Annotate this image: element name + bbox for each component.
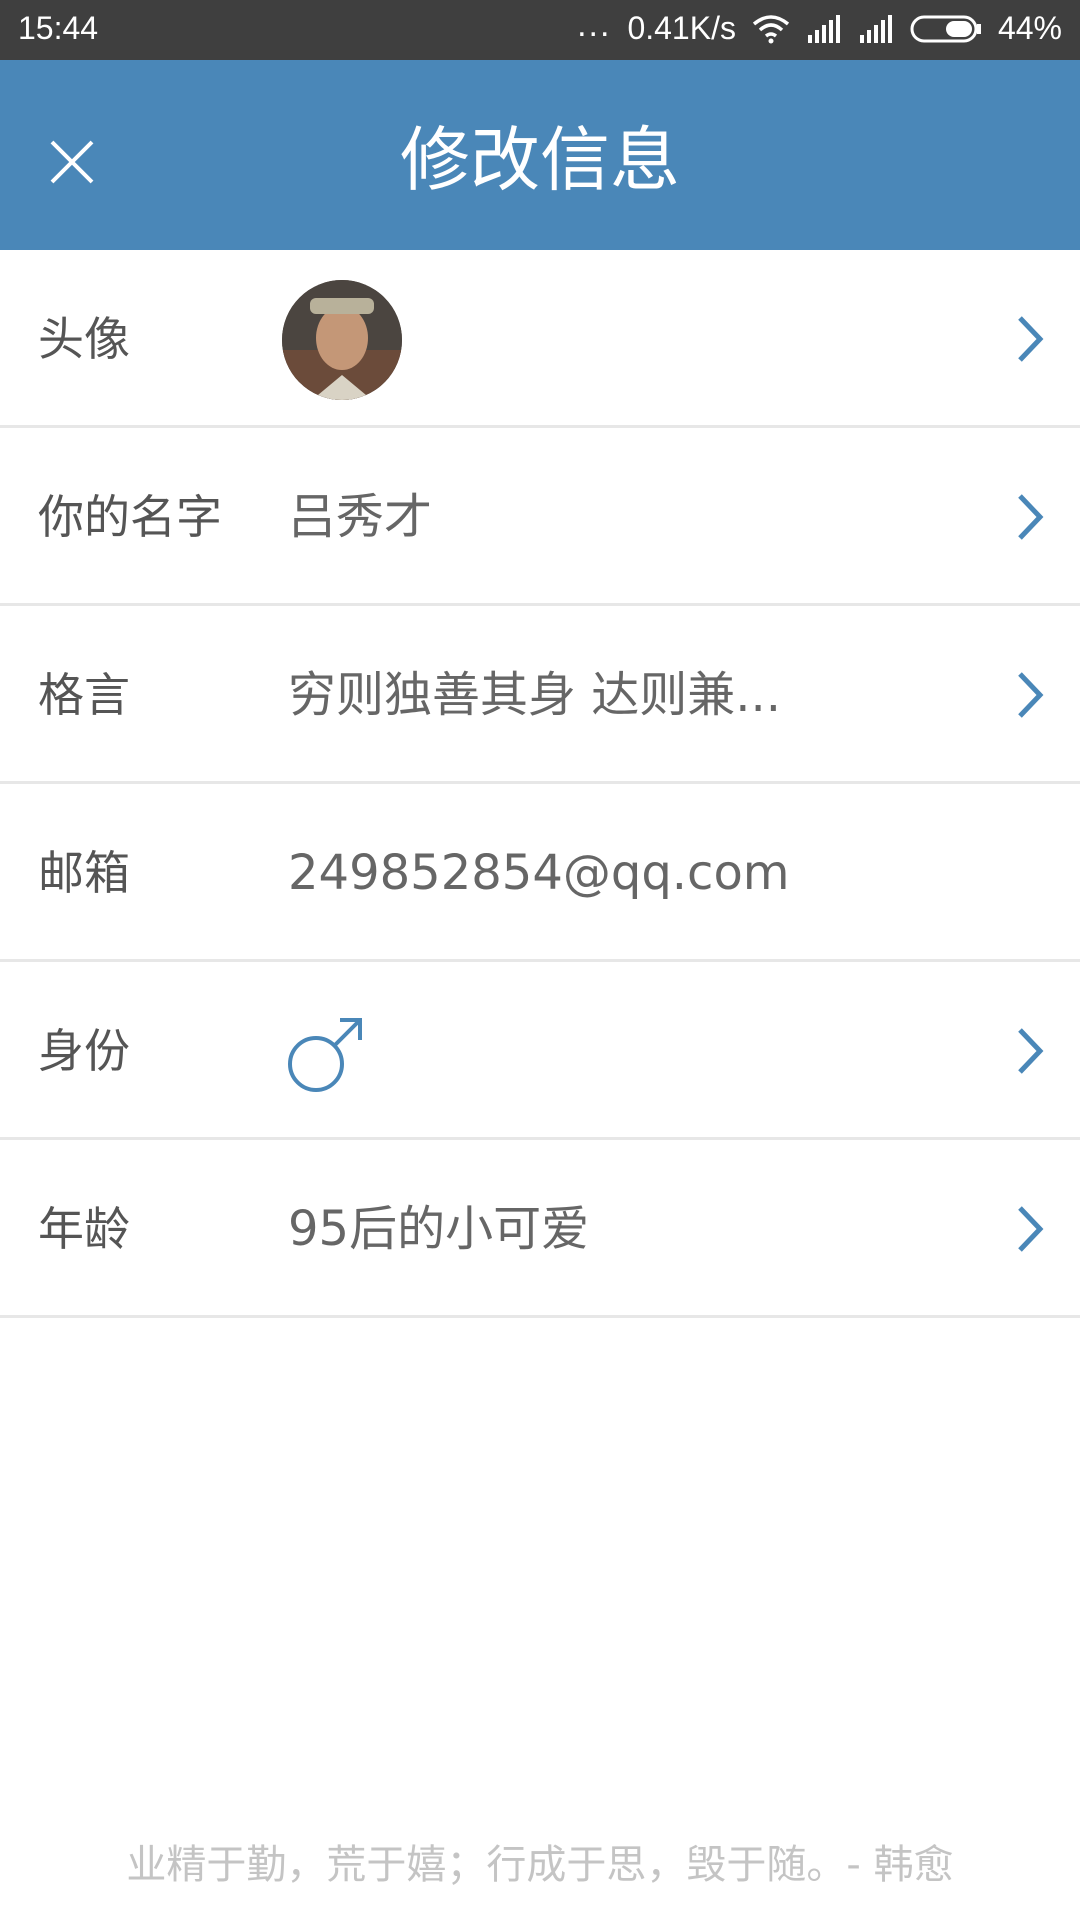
row-label: 格言 — [38, 668, 130, 722]
row-motto[interactable]: 格言 穷则独善其身 达则兼... — [0, 606, 1080, 784]
row-label: 你的名字 — [38, 490, 222, 544]
chevron-right-icon — [1018, 1028, 1044, 1074]
name-value: 吕秀才 — [288, 489, 433, 545]
page-title: 修改信息 — [400, 119, 680, 201]
row-label: 头像 — [38, 312, 130, 366]
status-right: ... 0.41K/s 44% — [577, 6, 1062, 47]
age-value: 95后的小可爱 — [288, 1201, 590, 1257]
row-name[interactable]: 你的名字 吕秀才 — [0, 428, 1080, 606]
chevron-right-icon — [1018, 1206, 1044, 1252]
chevron-right-icon — [1018, 672, 1044, 718]
row-email: 邮箱 249852854@qq.com — [0, 784, 1080, 962]
email-value: 249852854@qq.com — [288, 845, 790, 901]
avatar — [282, 280, 402, 400]
notification-dots: ... — [577, 6, 612, 44]
status-bar: 15:44 ... 0.41K/s 44% — [0, 0, 1080, 60]
signal-icon — [858, 14, 894, 43]
male-icon — [288, 1018, 362, 1092]
chevron-right-icon — [1018, 494, 1044, 540]
battery-icon — [910, 15, 982, 43]
row-gender[interactable]: 身份 — [0, 962, 1080, 1140]
status-time: 15:44 — [18, 10, 99, 46]
motto-value: 穷则独善其身 达则兼... — [288, 667, 782, 723]
row-label: 年龄 — [38, 1202, 130, 1256]
row-label: 邮箱 — [38, 846, 130, 900]
row-label: 身份 — [38, 1024, 130, 1078]
row-age[interactable]: 年龄 95后的小可爱 — [0, 1140, 1080, 1318]
app-bar: 修改信息 — [0, 60, 1080, 250]
footer-quote: 业精于勤，荒于嬉；行成于思，毁于随。- 韩愈 — [126, 1842, 954, 1888]
battery-percent: 44% — [997, 10, 1062, 46]
chevron-right-icon — [1018, 316, 1044, 362]
network-speed: 0.41K/s — [627, 10, 736, 46]
row-avatar[interactable]: 头像 — [0, 250, 1080, 428]
wifi-icon — [752, 14, 790, 44]
profile-list: 头像 你的名字 吕秀才 格言 穷则独善其身 达则兼... 邮箱 24985285… — [0, 250, 1080, 1318]
signal-icon — [806, 14, 842, 43]
